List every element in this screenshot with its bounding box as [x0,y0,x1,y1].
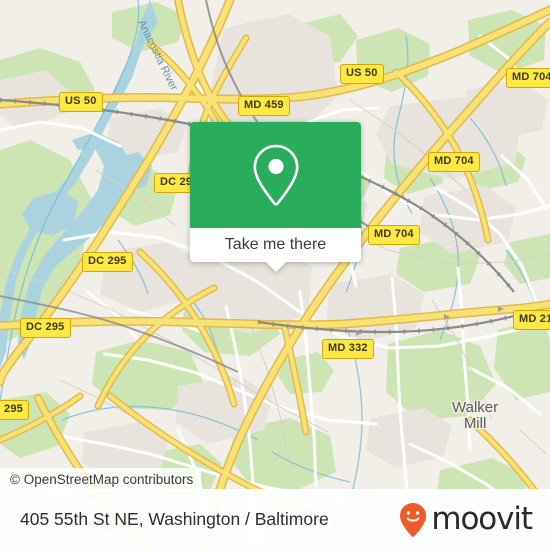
route-shield-295[interactable]: 295 [0,400,29,420]
route-shield-md-459[interactable]: MD 459 [238,96,290,116]
route-shield-us-50-west[interactable]: US 50 [59,92,103,112]
callout-tail-pointer [265,262,286,272]
callout-footer[interactable]: Take me there [190,228,361,272]
route-shield-md-332[interactable]: MD 332 [322,339,374,359]
moovit-brand[interactable]: moovit [398,501,533,538]
moovit-wordmark: moovit [431,501,533,537]
location-callout-card[interactable]: Take me there [190,122,361,272]
route-shield-md-704-east[interactable]: MD 704 [428,152,480,172]
route-shield-md-704-mid[interactable]: MD 704 [368,225,420,245]
route-shield-md-214[interactable]: MD 214 [513,310,550,330]
place-label-walker-mill: Walker Mill [452,399,499,432]
map-pin-icon [252,144,299,206]
take-me-there-button[interactable]: Take me there [225,236,326,254]
address-label: 405 55th St NE, Washington / Baltimore [20,509,329,529]
moovit-smiley-pin-icon [400,502,427,537]
callout-header [190,122,361,228]
route-shield-dc-295-south[interactable]: DC 295 [20,318,71,338]
footer-bar: 405 55th St NE, Washington / Baltimore m… [0,489,550,550]
map-screen: Anacostia River US 50 MD 459 US 50 MD 70… [0,0,550,550]
route-shield-us-50-east[interactable]: US 50 [340,64,384,84]
route-shield-md-704-ne[interactable]: MD 704 [506,68,550,88]
route-shield-dc-295-mid[interactable]: DC 295 [82,252,133,272]
